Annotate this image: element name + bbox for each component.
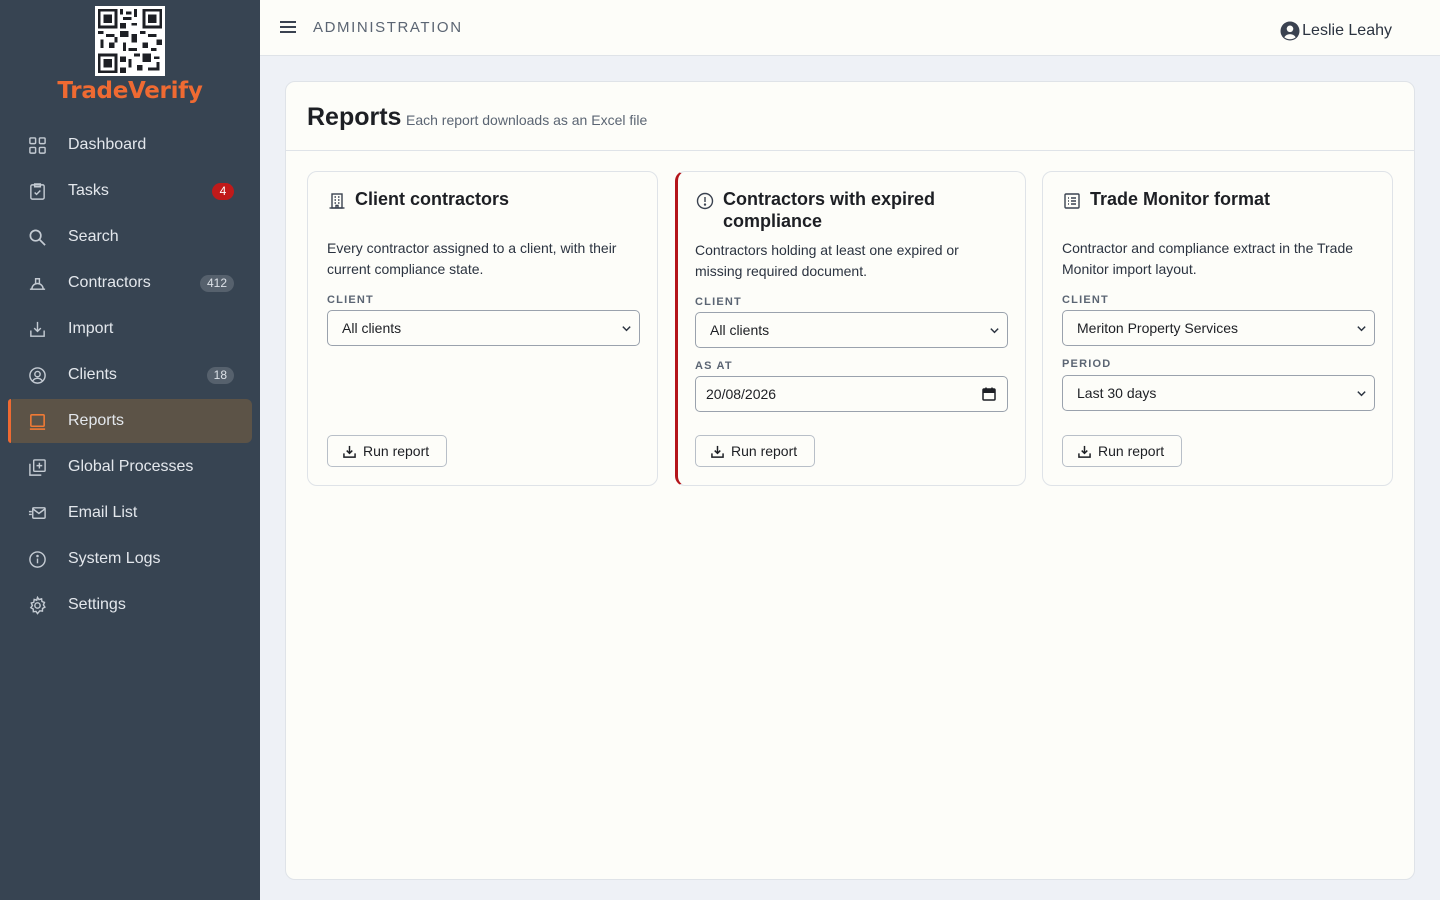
card-title: Contractors with expired compliance xyxy=(723,189,936,231)
chevron-down-icon xyxy=(1357,326,1366,332)
top-bar: ADMINISTRATION Leslie Leahy xyxy=(260,0,1440,56)
page-title: Reports xyxy=(307,103,402,131)
card-description: Contractors holding at least one expired… xyxy=(695,242,959,279)
alert-circle-icon xyxy=(696,192,714,210)
grid-icon xyxy=(28,136,47,155)
import-icon xyxy=(28,320,47,339)
sidebar-item-email-list[interactable]: Email List xyxy=(8,491,252,535)
calendar-icon[interactable] xyxy=(982,387,996,401)
sidebar-item-global-processes[interactable]: Global Processes xyxy=(8,445,252,489)
tasks-count-badge: 4 xyxy=(212,183,234,200)
page-subtitle: Each report downloads as an Excel file xyxy=(406,112,648,128)
report-card-trade-monitor: Trade Monitor format Contractor and comp… xyxy=(1042,171,1393,486)
report-card-client-contractors: Client contractors Every contractor assi… xyxy=(307,171,658,486)
card-description: Every contractor assigned to a client, w… xyxy=(327,240,617,277)
info-icon xyxy=(28,550,47,569)
mail-list-icon xyxy=(28,504,47,523)
period-select-value: Last 30 days xyxy=(1077,385,1157,401)
period-select[interactable]: Last 30 days xyxy=(1062,375,1375,411)
clipboard-check-icon xyxy=(28,182,47,201)
sidebar-item-label: Tasks xyxy=(68,182,109,199)
report-icon xyxy=(28,412,47,431)
run-report-label: Run report xyxy=(363,443,430,459)
sidebar-item-search[interactable]: Search xyxy=(8,215,252,259)
run-report-button[interactable]: Run report xyxy=(695,435,815,467)
sidebar-nav: Dashboard Tasks 4 Search Contractors 412 xyxy=(8,123,252,629)
add-stack-icon xyxy=(28,458,47,477)
chevron-down-icon xyxy=(1357,391,1366,397)
sidebar-item-label: Clients xyxy=(68,366,117,383)
gear-icon xyxy=(28,596,47,615)
sidebar-item-import[interactable]: Import xyxy=(8,307,252,351)
card-description: Contractor and compliance extract in the… xyxy=(1062,240,1354,277)
hard-hat-icon xyxy=(28,274,47,293)
client-field-label: CLIENT xyxy=(1062,294,1109,306)
card-title: Client contractors xyxy=(355,189,510,209)
run-report-label: Run report xyxy=(1098,443,1165,459)
sidebar-item-reports[interactable]: Reports xyxy=(8,399,252,443)
chevron-down-icon xyxy=(622,326,631,332)
sidebar-item-settings[interactable]: Settings xyxy=(8,583,252,627)
period-field-label: PERIOD xyxy=(1062,358,1112,370)
user-avatar-icon xyxy=(1280,21,1300,41)
contractors-count-badge: 412 xyxy=(199,275,234,292)
hamburger-menu-icon[interactable] xyxy=(279,18,297,36)
building-icon xyxy=(328,192,346,210)
chevron-down-icon xyxy=(990,328,999,334)
section-title: ADMINISTRATION xyxy=(313,19,463,36)
download-icon xyxy=(711,445,724,458)
sidebar-item-tasks[interactable]: Tasks 4 xyxy=(8,169,252,213)
as-at-date-value: 20/08/2026 xyxy=(706,386,777,402)
card-title: Trade Monitor format xyxy=(1090,189,1271,209)
client-field-label: CLIENT xyxy=(327,294,374,306)
sidebar-item-label: Contractors xyxy=(68,274,151,291)
download-icon xyxy=(343,445,356,458)
client-select[interactable]: All clients xyxy=(327,310,640,346)
sidebar-item-label: Reports xyxy=(68,412,125,429)
client-select[interactable]: All clients xyxy=(695,312,1008,348)
logo[interactable]: TradeVerify xyxy=(0,0,260,118)
sidebar-item-contractors[interactable]: Contractors 412 xyxy=(8,261,252,305)
clients-count-badge: 18 xyxy=(206,367,234,384)
search-icon xyxy=(28,228,47,247)
sidebar-item-label: Settings xyxy=(68,596,126,613)
run-report-button[interactable]: Run report xyxy=(1062,435,1182,467)
run-report-label: Run report xyxy=(731,443,798,459)
as-at-date-input[interactable]: 20/08/2026 xyxy=(695,376,1008,412)
as-at-field-label: AS AT xyxy=(695,360,733,372)
sidebar-item-label: Email List xyxy=(68,504,138,521)
sidebar-item-dashboard[interactable]: Dashboard xyxy=(8,123,252,167)
sidebar-item-label: Search xyxy=(68,228,119,245)
reports-panel: Reports Each report downloads as an Exce… xyxy=(285,81,1415,880)
user-name: Leslie Leahy xyxy=(1302,22,1392,39)
client-field-label: CLIENT xyxy=(695,296,742,308)
sidebar: TradeVerify Dashboard Tasks 4 Search Con… xyxy=(0,0,260,900)
sidebar-item-label: System Logs xyxy=(68,550,161,567)
sidebar-item-system-logs[interactable]: System Logs xyxy=(8,537,252,581)
user-menu[interactable]: Leslie Leahy xyxy=(1280,21,1392,41)
panel-header: Reports Each report downloads as an Exce… xyxy=(286,82,1414,151)
qr-code-icon xyxy=(95,6,165,76)
sidebar-item-label: Import xyxy=(68,320,114,337)
table-list-icon xyxy=(1063,192,1081,210)
sidebar-item-clients[interactable]: Clients 18 xyxy=(8,353,252,397)
sidebar-item-label: Dashboard xyxy=(68,136,147,153)
report-card-expired-compliance: Contractors with expired compliance Cont… xyxy=(675,171,1026,486)
user-circle-icon xyxy=(28,366,47,385)
sidebar-item-label: Global Processes xyxy=(68,458,194,475)
client-select-value: All clients xyxy=(710,322,770,338)
client-select[interactable]: Meriton Property Services xyxy=(1062,310,1375,346)
client-select-value: Meriton Property Services xyxy=(1077,320,1239,336)
download-icon xyxy=(1078,445,1091,458)
client-select-value: All clients xyxy=(342,320,402,336)
brand-name: TradeVerify xyxy=(57,78,203,104)
run-report-button[interactable]: Run report xyxy=(327,435,447,467)
